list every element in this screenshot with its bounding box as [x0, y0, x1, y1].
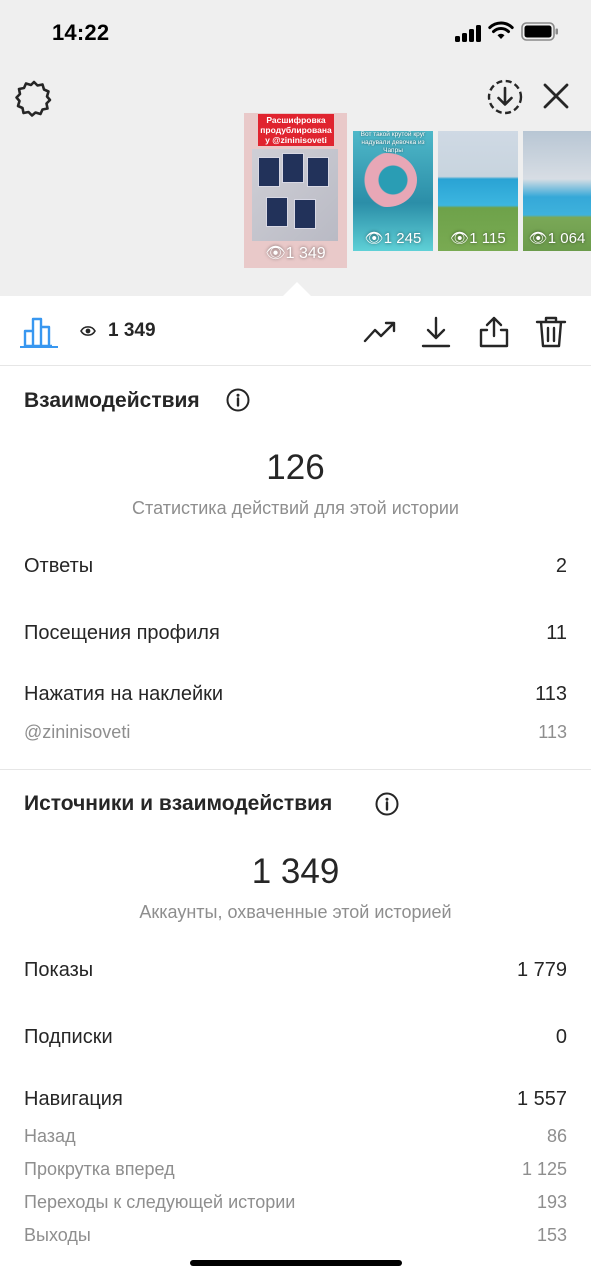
story-thumbnail[interactable]: Вот такой крутой круг надували девочка и…	[353, 131, 433, 251]
sticker-mention-value: 113	[538, 722, 567, 742]
section-divider	[0, 769, 591, 770]
eye-icon	[80, 326, 96, 336]
navigation-value: 1 557	[516, 1088, 567, 1110]
cellular-signal-icon	[455, 24, 483, 42]
story-thumbnail-selected[interactable]: Расшифровка продублирована у @zininisove…	[244, 113, 347, 268]
thumbnail-views: 👁1 115	[450, 230, 506, 247]
navigation-label: Навигация	[24, 1088, 123, 1110]
impressions-label: Показы	[24, 959, 94, 981]
back-value: 86	[546, 1126, 567, 1146]
active-tab-underline	[20, 346, 58, 348]
share-icon[interactable]	[476, 314, 512, 350]
trash-icon[interactable]	[533, 314, 569, 350]
thumbnail-banner-text: Расшифровка продублирована у @zininisove…	[258, 114, 334, 146]
trend-icon[interactable]	[362, 314, 398, 350]
discovery-title: Источники и взаимодействия	[24, 792, 333, 815]
selected-story-pointer	[283, 282, 311, 296]
follows-value: 0	[555, 1026, 567, 1048]
thumbnail-photo	[252, 149, 338, 241]
status-bar: 14:22	[0, 0, 591, 64]
story-preview-area: 14:22 Расшифровка продублирована у @zini…	[0, 0, 591, 296]
close-icon[interactable]	[538, 78, 574, 114]
sticker-mention-label[interactable]: @zininisoveti	[24, 722, 130, 743]
next-story-value: 193	[536, 1192, 567, 1212]
story-thumbnail[interactable]: 👁1 064	[523, 131, 591, 251]
info-icon[interactable]	[375, 792, 399, 816]
insights-icon[interactable]	[22, 314, 58, 350]
story-toolbar: 1 349	[0, 296, 591, 366]
replies-value: 2	[555, 555, 567, 577]
thumbnail-views: 👁1 349	[265, 245, 326, 262]
thumbnail-photo	[357, 153, 417, 207]
impressions-value: 1 779	[516, 959, 567, 981]
save-story-icon[interactable]	[486, 78, 524, 116]
story-views-count: 1 349	[108, 320, 156, 341]
home-indicator	[190, 1260, 402, 1266]
thumbnail-caption: Вот такой крутой круг надували девочка и…	[360, 131, 426, 154]
settings-gear-icon[interactable]	[14, 78, 54, 118]
wifi-icon	[488, 21, 514, 39]
exited-label: Выходы	[24, 1225, 91, 1245]
interactions-caption: Статистика действий для этой истории	[132, 498, 459, 518]
download-icon[interactable]	[418, 314, 454, 350]
back-label: Назад	[24, 1126, 76, 1146]
profile-visits-value: 11	[546, 622, 567, 644]
battery-icon	[521, 22, 558, 41]
interactions-total: 126	[266, 448, 325, 487]
forward-label: Прокрутка вперед	[24, 1159, 175, 1179]
interactions-title: Взаимодействия	[24, 389, 200, 412]
thumbnail-views: 👁1 245	[364, 230, 422, 247]
info-icon[interactable]	[226, 388, 250, 412]
sticker-taps-value: 113	[535, 683, 567, 705]
replies-label: Ответы	[24, 555, 94, 577]
thumbnail-views: 👁1 064	[528, 230, 586, 247]
profile-visits-label: Посещения профиля	[24, 622, 220, 644]
follows-label: Подписки	[24, 1026, 113, 1048]
exited-value: 153	[536, 1225, 567, 1245]
reach-total: 1 349	[251, 852, 340, 891]
forward-value: 1 125	[521, 1159, 567, 1179]
reach-caption: Аккаунты, охваченные этой историей	[139, 902, 452, 922]
next-story-label: Переходы к следующей истории	[24, 1192, 296, 1212]
story-thumbnail[interactable]: 👁1 115	[438, 131, 518, 251]
status-time: 14:22	[52, 20, 110, 45]
sticker-taps-label: Нажатия на наклейки	[24, 683, 224, 705]
